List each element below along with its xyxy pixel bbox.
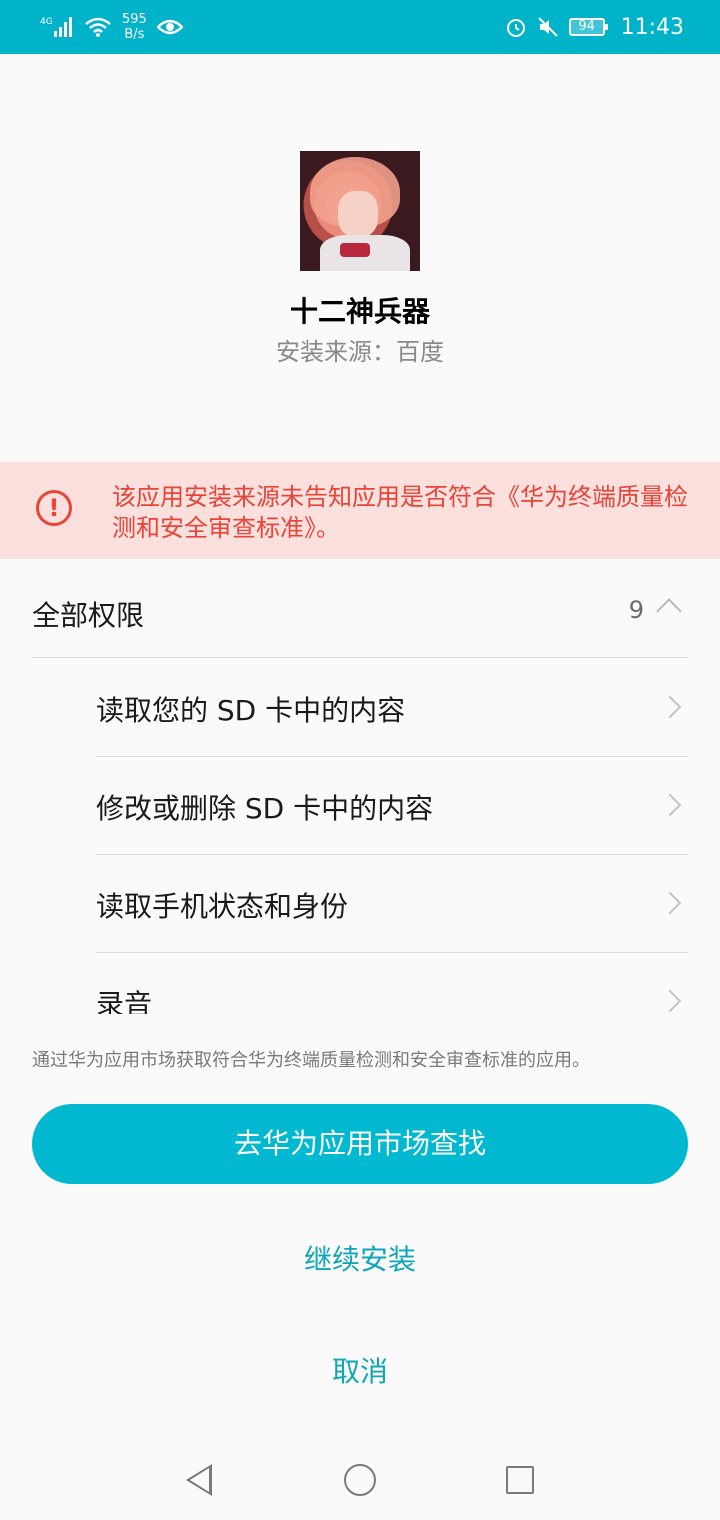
- permissions-title: 全部权限: [32, 599, 145, 632]
- nav-back-icon[interactable]: [186, 1464, 212, 1496]
- market-note: 通过华为应用市场获取符合华为终端质量检测和安全审查标准的应用。: [32, 1050, 590, 1071]
- speed-value: 595: [122, 12, 147, 27]
- chevron-right-icon: [658, 793, 682, 817]
- network-speed: 595 B/s: [122, 12, 147, 42]
- app-name: 十二神兵器: [289, 295, 430, 328]
- chevron-right-icon: [658, 891, 682, 915]
- permission-label: 读取您的 SD 卡中的内容: [96, 694, 406, 727]
- nav-recent-icon[interactable]: [506, 1466, 534, 1494]
- permission-label: 读取手机状态和身份: [96, 890, 349, 923]
- chevron-right-icon: [658, 695, 682, 719]
- continue-install-button[interactable]: 继续安装: [0, 1238, 720, 1278]
- nav-home-icon[interactable]: [344, 1464, 376, 1496]
- alert-icon: !: [36, 490, 72, 526]
- permission-item[interactable]: 修改或删除 SD 卡中的内容: [96, 757, 688, 855]
- permission-item[interactable]: 读取您的 SD 卡中的内容: [96, 659, 688, 757]
- network-label: 4G: [40, 17, 53, 27]
- alarm-icon: [506, 19, 525, 37]
- battery-icon: 94: [568, 18, 608, 36]
- signal-icon: 4G: [40, 17, 72, 37]
- cancel-button[interactable]: 取消: [0, 1350, 720, 1390]
- chevron-right-icon: [658, 989, 682, 1013]
- permissions-list[interactable]: 读取您的 SD 卡中的内容 修改或删除 SD 卡中的内容 读取手机状态和身份 录…: [96, 659, 688, 1014]
- permissions-count: 9: [628, 596, 644, 624]
- permission-label: 修改或删除 SD 卡中的内容: [96, 792, 434, 825]
- status-bar: 4G 595 B/s 94 11:43: [0, 0, 720, 54]
- permission-item[interactable]: 录音: [96, 953, 688, 1014]
- wifi-icon: [85, 17, 111, 37]
- clock: 11:43: [620, 14, 684, 40]
- warning-text: 该应用安装来源未告知应用是否符合《华为终端质量检测和安全审查标准》。: [112, 483, 688, 542]
- permissions-header[interactable]: 全部权限 9: [32, 578, 688, 658]
- speed-unit: B/s: [124, 27, 145, 42]
- eye-icon: [156, 19, 183, 35]
- app-icon: [300, 151, 420, 271]
- permission-item[interactable]: 读取手机状态和身份: [96, 855, 688, 953]
- go-to-app-market-button[interactable]: 去华为应用市场查找: [32, 1104, 688, 1184]
- permission-label: 录音: [96, 988, 153, 1014]
- chevron-up-icon[interactable]: [656, 598, 682, 624]
- install-source: 安装来源：百度: [276, 338, 444, 366]
- mute-icon: [537, 17, 558, 37]
